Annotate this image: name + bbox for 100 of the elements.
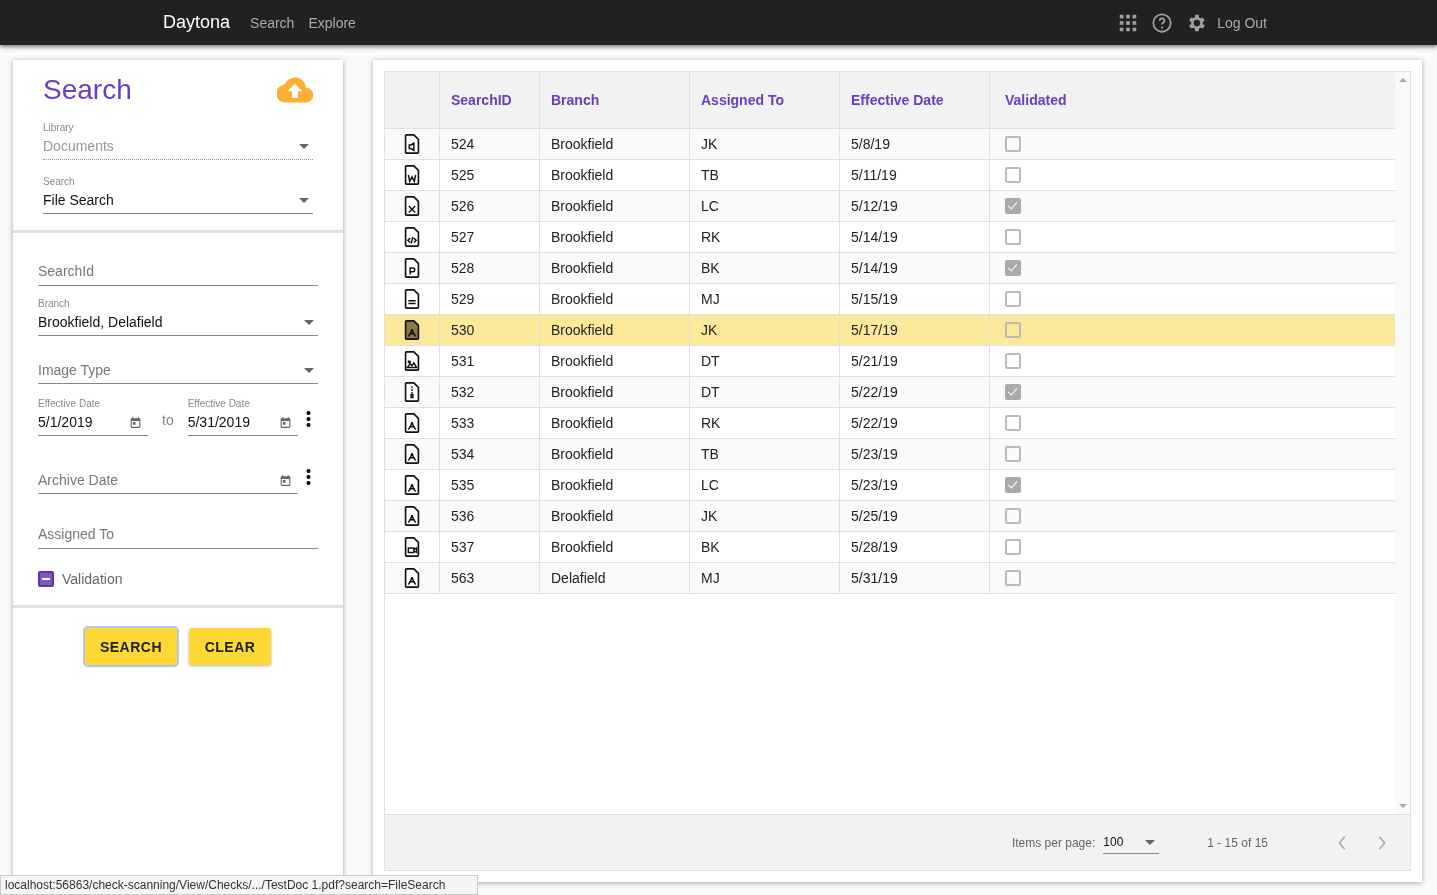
table-cell: 532 xyxy=(440,377,540,407)
effective-date-to-field[interactable]: Effective Date 5/31/2019 xyxy=(187,398,298,436)
search-button[interactable]: SEARCH xyxy=(85,628,177,665)
table-cell: Brookfield xyxy=(540,315,690,345)
column-header[interactable]: Branch xyxy=(540,72,690,128)
validated-checkbox[interactable] xyxy=(1005,198,1021,214)
clear-button[interactable]: CLEAR xyxy=(189,628,271,665)
table-row[interactable]: 536 Brookfield JK 5/25/19 xyxy=(385,501,1395,532)
validation-label: Validation xyxy=(62,571,123,587)
table-cell: 5/14/19 xyxy=(840,253,990,283)
items-per-page-label: Items per page: xyxy=(1011,835,1096,850)
validated-checkbox[interactable] xyxy=(1005,570,1021,586)
validated-checkbox[interactable] xyxy=(1005,539,1021,555)
search-id-field[interactable]: SearchId xyxy=(38,253,318,286)
column-header[interactable]: Assigned To xyxy=(690,72,840,128)
image-type-select[interactable]: Image Type xyxy=(38,362,318,384)
table-cell: 5/15/19 xyxy=(840,284,990,314)
status-url: localhost:56863/check-scanning/View/Checks/.../TestDoc 1.pdf?search=FileSearch xyxy=(0,875,478,895)
validated-checkbox[interactable] xyxy=(1005,446,1021,462)
table-cell: Brookfield xyxy=(540,222,690,252)
nav-link[interactable]: Search xyxy=(250,14,295,31)
table-cell: 5/21/19 xyxy=(840,346,990,376)
validated-checkbox[interactable] xyxy=(1005,229,1021,245)
table-row[interactable]: 524 Brookfield JK 5/8/19 xyxy=(385,129,1395,160)
effective-date-from-field[interactable]: Effective Date 5/1/2019 xyxy=(38,398,148,436)
validated-checkbox[interactable] xyxy=(1005,477,1021,493)
table-cell: Brookfield xyxy=(540,129,690,159)
table-cell: 5/8/19 xyxy=(840,129,990,159)
table-cell: TB xyxy=(690,439,840,469)
table-cell: 534 xyxy=(440,439,540,469)
page-range-label: 1 - 15 of 15 xyxy=(1207,835,1268,850)
table-cell: 5/31/19 xyxy=(840,563,990,593)
table-row[interactable]: 563 Delafield MJ 5/31/19 xyxy=(385,563,1395,594)
table-cell: 533 xyxy=(440,408,540,438)
nav-link[interactable]: Explore xyxy=(308,14,356,31)
table-cell: DT xyxy=(690,346,840,376)
validated-checkbox[interactable] xyxy=(1005,384,1021,400)
branch-select[interactable]: Branch Brookfield, Delafield xyxy=(38,298,318,336)
column-header[interactable]: Validated xyxy=(990,72,1395,128)
table-cell: RK xyxy=(690,408,840,438)
table-cell: Delafield xyxy=(540,563,690,593)
table-cell: MJ xyxy=(690,284,840,314)
table-cell: Brookfield xyxy=(540,377,690,407)
search-type-select[interactable]: Search File Search xyxy=(43,176,313,214)
table-cell: Brookfield xyxy=(540,532,690,562)
table-cell: BK xyxy=(690,253,840,283)
table-row[interactable]: 532 Brookfield DT 5/22/19 xyxy=(385,377,1395,408)
calendar-icon[interactable] xyxy=(279,473,292,487)
table-cell: Brookfield xyxy=(540,160,690,190)
table-cell: JK xyxy=(690,315,840,345)
table-cell: 527 xyxy=(440,222,540,252)
more-options-icon[interactable] xyxy=(305,410,311,428)
validated-checkbox[interactable] xyxy=(1005,167,1021,183)
table-row[interactable]: 530 Brookfield JK 5/17/19 xyxy=(385,315,1395,346)
to-label: to xyxy=(162,412,174,428)
table-cell: JK xyxy=(690,501,840,531)
more-options-icon[interactable] xyxy=(306,468,311,486)
table-row[interactable]: 526 Brookfield LC 5/12/19 xyxy=(385,191,1395,222)
table-cell: Brookfield xyxy=(540,284,690,314)
table-cell: Brookfield xyxy=(540,253,690,283)
table-cell: 5/11/19 xyxy=(840,160,990,190)
table-cell: DT xyxy=(690,377,840,407)
table-cell: 524 xyxy=(440,129,540,159)
table-cell: 5/14/19 xyxy=(840,222,990,252)
table-cell: 537 xyxy=(440,532,540,562)
validated-checkbox[interactable] xyxy=(1005,260,1021,276)
validated-checkbox[interactable] xyxy=(1005,415,1021,431)
help-icon[interactable] xyxy=(1151,11,1174,34)
validated-checkbox[interactable] xyxy=(1005,508,1021,524)
table-cell: Brookfield xyxy=(540,439,690,469)
table-cell: Brookfield xyxy=(540,470,690,500)
table-row[interactable]: 528 Brookfield BK 5/14/19 xyxy=(385,253,1395,284)
column-header[interactable]: SearchID xyxy=(440,72,540,128)
table-cell: 5/17/19 xyxy=(840,315,990,345)
validated-checkbox[interactable] xyxy=(1005,353,1021,369)
log-out-link[interactable]: Log Out xyxy=(1217,14,1267,31)
table-cell: 5/22/19 xyxy=(840,408,990,438)
table-cell: 563 xyxy=(440,563,540,593)
table-row[interactable]: 534 Brookfield TB 5/23/19 xyxy=(385,439,1395,470)
validation-checkbox[interactable] xyxy=(38,571,54,587)
table-cell: 526 xyxy=(440,191,540,221)
panel-title: Search xyxy=(43,74,132,106)
brand-name[interactable]: Daytona xyxy=(163,12,231,33)
table-cell: 531 xyxy=(440,346,540,376)
table-cell: 525 xyxy=(440,160,540,190)
calendar-icon[interactable] xyxy=(278,415,292,429)
table-cell: 535 xyxy=(440,470,540,500)
column-header[interactable]: Effective Date xyxy=(840,72,990,128)
archive-date-field[interactable]: Archive Date xyxy=(38,472,298,494)
page-size-select[interactable]: 100 xyxy=(1103,831,1160,854)
table-cell: 5/25/19 xyxy=(840,501,990,531)
table-cell: 5/23/19 xyxy=(840,470,990,500)
table-cell: RK xyxy=(690,222,840,252)
table-cell: 536 xyxy=(440,501,540,531)
table-cell: MJ xyxy=(690,563,840,593)
validated-checkbox[interactable] xyxy=(1005,136,1021,152)
assigned-to-field[interactable]: Assigned To xyxy=(38,516,318,549)
calendar-icon[interactable] xyxy=(129,415,142,429)
validated-checkbox[interactable] xyxy=(1005,322,1021,338)
validated-checkbox[interactable] xyxy=(1005,291,1021,307)
